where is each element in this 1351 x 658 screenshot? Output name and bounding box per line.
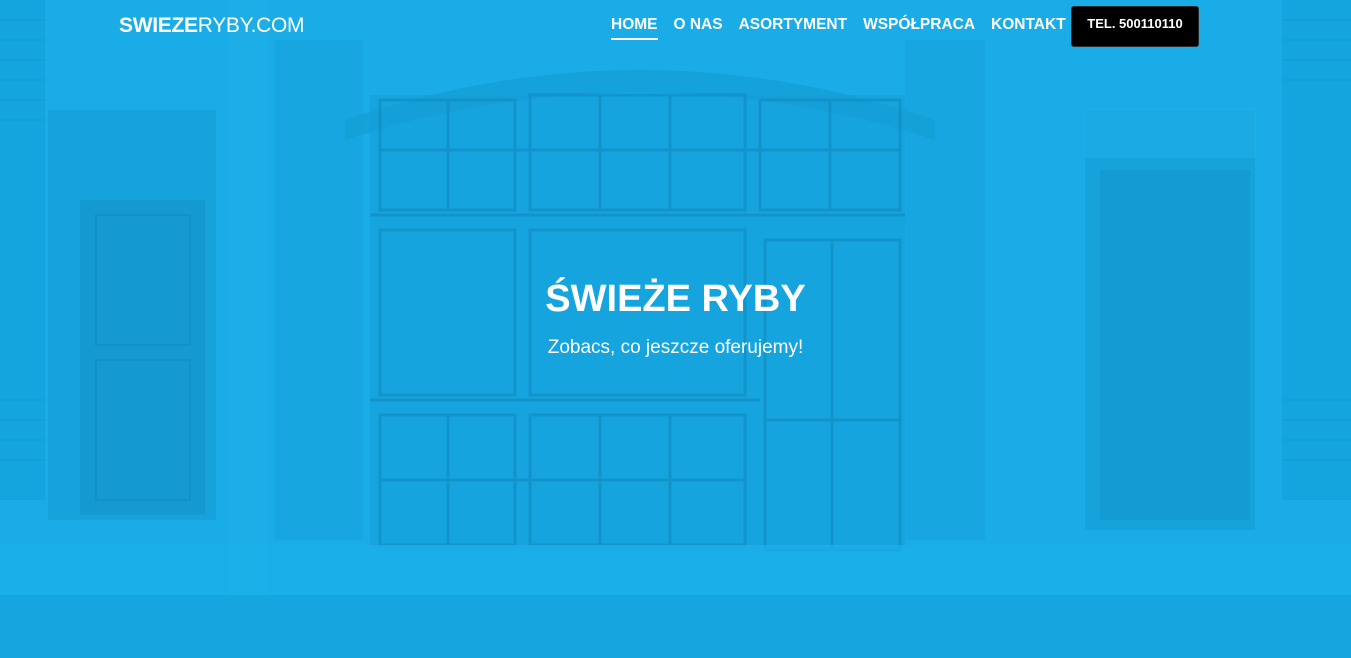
nav-item-asortyment[interactable]: ASORTYMENT	[739, 0, 848, 38]
nav-item-o-nas[interactable]: O NAS	[674, 0, 723, 38]
hero-title: ŚWIEŻE RYBY	[545, 278, 806, 320]
hero-subtitle: Zobacs, co jeszcze oferujemy!	[547, 337, 804, 358]
brand-logo-link[interactable]: SWIEZERYBY.COM	[119, 14, 305, 38]
nav-item-wspolpraca[interactable]: WSPÓŁPRACA	[863, 0, 975, 38]
hero-background-image	[0, 0, 1351, 658]
top-navbar: SWIEZERYBY.COM HOME O NAS ASORTYMENT WSP…	[0, 0, 1351, 52]
phone-button[interactable]: TEL. 500110110	[1071, 6, 1199, 47]
brand-logo-bold: SWIEZE	[119, 14, 198, 37]
nav-item-kontakt[interactable]: KONTAKT	[991, 0, 1066, 38]
brand-logo-light: RYBY.COM	[197, 14, 305, 37]
main-nav: HOME O NAS ASORTYMENT WSPÓŁPRACA KONTAKT	[603, 0, 1074, 52]
nav-item-home[interactable]: HOME	[611, 0, 658, 40]
